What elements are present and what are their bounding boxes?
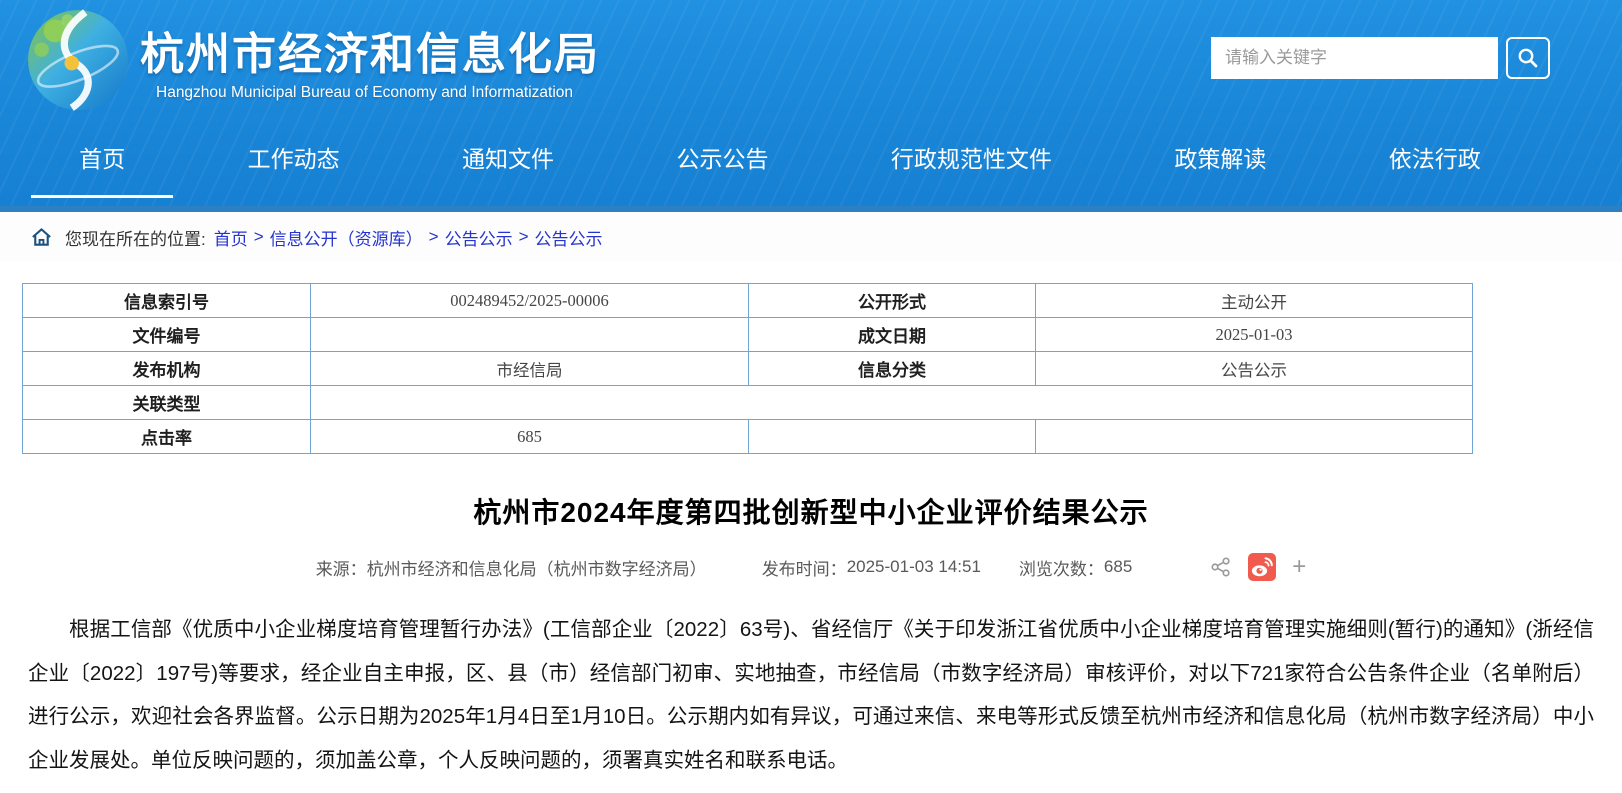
table-row: 发布机构 市经信局 信息分类 公告公示 [23,352,1473,386]
source-value: 杭州市经济和信息化局（杭州市数字经济局） [367,555,707,580]
article-title: 杭州市2024年度第四批创新型中小企业评价结果公示 [0,491,1622,531]
info-cell-empty [749,420,1036,454]
info-value-hit-rate: 685 [311,420,749,454]
breadcrumb-link-announcements-2[interactable]: 公告公示 [535,225,603,250]
site-title: 杭州市经济和信息化局 [140,18,600,82]
breadcrumb: 您现在所在的位置: 首页 > 信息公开（资源库） > 公告公示 > 公告公示 [0,212,1622,262]
info-value-open-form: 主动公开 [1036,284,1473,318]
site-subtitle: Hangzhou Municipal Bureau of Economy and… [156,84,600,102]
publish-time-value: 2025-01-03 14:51 [847,557,981,577]
search-area [1211,37,1550,79]
nav-item-regulatory-docs[interactable]: 行政规范性文件 [881,126,1062,200]
nav-item-notices[interactable]: 通知文件 [452,126,564,200]
info-label-open-form: 公开形式 [749,284,1036,318]
top-banner: 杭州市经济和信息化局 Hangzhou Municipal Bureau of … [0,0,1622,206]
info-value-publisher: 市经信局 [311,352,749,386]
info-cell-empty [1036,420,1473,454]
info-label-index-no: 信息索引号 [23,284,311,318]
source-label: 来源： [316,555,367,580]
breadcrumb-label: 您现在所在的位置: [65,225,206,250]
nav-item-home[interactable]: 首页 [69,126,135,200]
breadcrumb-link-announcements[interactable]: 公告公示 [445,225,513,250]
share-icon[interactable] [1210,556,1232,578]
brand: 杭州市经济和信息化局 Hangzhou Municipal Bureau of … [26,8,600,112]
views-value: 685 [1104,557,1132,577]
search-icon [1516,46,1540,70]
weibo-share-icon[interactable] [1248,553,1276,581]
breadcrumb-separator: > [254,227,264,247]
search-button[interactable] [1506,37,1550,79]
nav-item-law-admin[interactable]: 依法行政 [1379,126,1491,200]
table-row: 关联类型 [23,386,1473,420]
publish-time-label: 发布时间： [762,555,847,580]
info-label-related-type: 关联类型 [23,386,311,420]
document-info-table: 信息索引号 002489452/2025-00006 公开形式 主动公开 文件编… [22,283,1473,454]
info-label-hit-rate: 点击率 [23,420,311,454]
info-label-issue-date: 成文日期 [749,318,1036,352]
info-label-doc-no: 文件编号 [23,318,311,352]
bureau-logo-icon [26,8,130,112]
table-row: 点击率 685 [23,420,1473,454]
article-body: 根据工信部《优质中小企业梯度培育管理暂行办法》(工信部企业〔2022〕63号)、… [28,608,1594,782]
share-toolbar: + [1210,553,1306,581]
table-row: 文件编号 成文日期 2025-01-03 [23,318,1473,352]
nav-item-work-news[interactable]: 工作动态 [238,126,350,200]
breadcrumb-link-home[interactable]: 首页 [214,225,248,250]
info-value-issue-date: 2025-01-03 [1036,318,1473,352]
breadcrumb-separator: > [429,227,439,247]
breadcrumb-separator: > [519,227,529,247]
home-icon [30,226,53,249]
info-value-index-no: 002489452/2025-00006 [311,284,749,318]
site-header: 杭州市经济和信息化局 Hangzhou Municipal Bureau of … [0,0,1622,120]
more-share-icon[interactable]: + [1292,555,1306,579]
info-value-category: 公告公示 [1036,352,1473,386]
main-nav: 首页 工作动态 通知文件 公示公告 行政规范性文件 政策解读 依法行政 [0,120,1622,206]
breadcrumb-link-info-disclosure[interactable]: 信息公开（资源库） [270,225,423,250]
nav-item-policy-reading[interactable]: 政策解读 [1164,126,1276,200]
info-value-doc-no [311,318,749,352]
nav-item-announcements[interactable]: 公示公告 [666,126,778,200]
brand-text: 杭州市经济和信息化局 Hangzhou Municipal Bureau of … [140,18,600,102]
info-value-related-type [311,386,1473,420]
info-label-publisher: 发布机构 [23,352,311,386]
search-input[interactable] [1211,37,1498,79]
views-label: 浏览次数： [1019,555,1104,580]
info-label-category: 信息分类 [749,352,1036,386]
article-meta: 来源： 杭州市经济和信息化局（杭州市数字经济局） 发布时间： 2025-01-0… [0,553,1622,581]
table-row: 信息索引号 002489452/2025-00006 公开形式 主动公开 [23,284,1473,318]
